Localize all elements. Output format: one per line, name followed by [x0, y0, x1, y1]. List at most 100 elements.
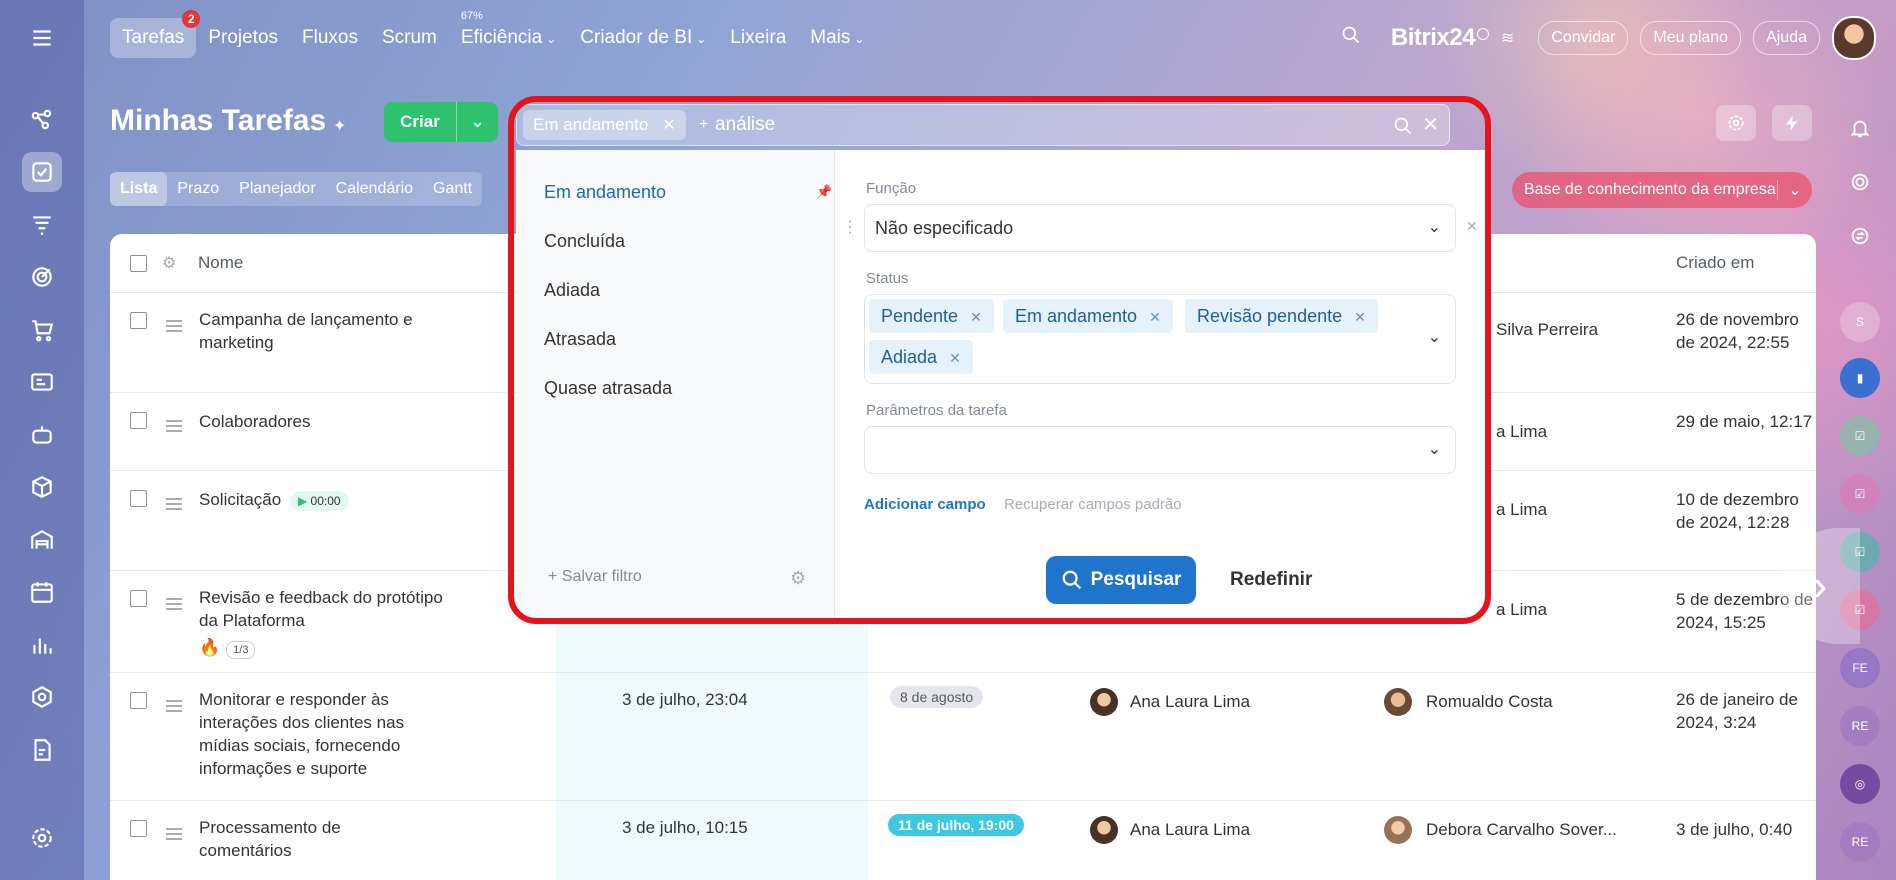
tasks-icon[interactable] — [22, 152, 62, 192]
calendar-icon[interactable] — [22, 572, 62, 612]
cart-icon[interactable] — [22, 310, 62, 350]
task-title[interactable]: Revisão e feedback do protótipo da Plata… — [199, 586, 459, 632]
avatar[interactable]: RE — [1840, 822, 1880, 862]
user-avatar[interactable] — [1832, 16, 1876, 60]
responsible-name[interactable]: a Lima — [1496, 420, 1547, 443]
chevron-down-icon: ⌄ — [696, 32, 707, 46]
select-all-checkbox[interactable] — [130, 255, 147, 272]
help-button[interactable]: Ajuda — [1753, 21, 1820, 55]
gear-icon[interactable] — [1716, 105, 1756, 141]
row-checkbox[interactable] — [130, 312, 147, 329]
view-tab-lista[interactable]: Lista — [110, 172, 168, 206]
view-tab-calendario[interactable]: Calendário — [326, 172, 423, 206]
avatar[interactable] — [1090, 816, 1118, 844]
avatar[interactable]: FE — [1840, 648, 1880, 688]
nav-item-eficiencia[interactable]: 67% Eficiência ⌄ — [449, 10, 568, 58]
creator-name[interactable]: Ana Laura Lima — [1130, 690, 1250, 713]
hexagon-icon[interactable] — [22, 677, 62, 717]
view-tab-planejador[interactable]: Planejador — [229, 172, 326, 206]
drag-handle-icon[interactable] — [166, 420, 182, 435]
drag-handle-icon[interactable] — [166, 598, 182, 613]
pin-icon[interactable]: ✦ — [333, 116, 346, 136]
copilot-icon[interactable]: ◎ — [1840, 764, 1880, 804]
knowledge-base-label: Base de conhecimento da empresa — [1524, 181, 1776, 198]
task-title[interactable]: Colaboradores — [199, 410, 459, 433]
subtask-count[interactable]: 1/3 — [226, 641, 256, 659]
invite-button[interactable]: Convidar — [1538, 21, 1629, 55]
responsible-name[interactable]: a Lima — [1496, 598, 1547, 621]
chevron-down-icon: ⌄ — [546, 32, 557, 46]
drag-handle-icon[interactable] — [166, 320, 182, 335]
row-checkbox[interactable] — [130, 490, 147, 507]
sync-chat-icon[interactable] — [1842, 218, 1878, 254]
row-checkbox[interactable] — [130, 820, 147, 837]
copilot-icon[interactable] — [1842, 164, 1878, 200]
nav-item-scrum[interactable]: Scrum — [370, 18, 449, 58]
avatar[interactable] — [1384, 688, 1412, 716]
nav-item-fluxos[interactable]: Fluxos — [290, 18, 370, 58]
view-tab-gantt[interactable]: Gantt — [423, 172, 482, 206]
task-title[interactable]: Solicitação — [199, 490, 281, 509]
nav-item-mais[interactable]: Mais ⌄ — [798, 18, 876, 58]
avatar[interactable] — [1384, 816, 1412, 844]
table-row[interactable]: Processamento de comentários 3 de julho,… — [110, 800, 1816, 880]
task-title[interactable]: Processamento de comentários — [199, 816, 429, 862]
chevron-down-icon[interactable]: ⌄ — [457, 112, 498, 132]
target-icon[interactable] — [22, 257, 62, 297]
nav-item-criador-bi[interactable]: Criador de BI ⌄ — [568, 18, 718, 58]
contact-card-icon[interactable] — [22, 362, 62, 402]
avatar[interactable]: RE — [1840, 706, 1880, 746]
responsible-name[interactable]: a Lima — [1496, 498, 1547, 521]
analytics-icon[interactable] — [22, 625, 62, 665]
creator-name[interactable]: Ana Laura Lima — [1130, 818, 1250, 841]
timer-value: 00:00 — [310, 493, 341, 508]
deadline-badge[interactable]: 11 de julho, 19:00 — [888, 814, 1024, 836]
task-check-icon[interactable]: ☑ — [1840, 474, 1880, 514]
drag-handle-icon[interactable] — [166, 498, 182, 513]
task-title[interactable]: Monitorar e responder às interações dos … — [199, 688, 429, 780]
bell-icon[interactable] — [1842, 110, 1878, 146]
nav-item-lixeira[interactable]: Lixeira — [718, 18, 798, 58]
row-checkbox[interactable] — [130, 590, 147, 607]
knowledge-base-button[interactable]: Base de conhecimento da empresa ⌄ — [1512, 172, 1812, 208]
drag-handle-icon[interactable] — [166, 828, 182, 843]
task-check-icon[interactable]: ☑ — [1840, 416, 1880, 456]
task-title-cell[interactable]: Solicitação ▶ 00:00 — [199, 488, 349, 511]
row-checkbox[interactable] — [130, 412, 147, 429]
timer-chip[interactable]: ▶ 00:00 — [289, 490, 349, 511]
bot-icon[interactable] — [22, 415, 62, 455]
search-icon[interactable] — [1341, 25, 1361, 51]
sliders-icon[interactable]: ≋ — [1501, 28, 1514, 48]
row-checkbox[interactable] — [130, 692, 147, 709]
gear-icon[interactable]: ⚙ — [162, 253, 176, 273]
responsible-name[interactable]: Debora Carvalho Sover... — [1426, 818, 1617, 841]
brand-logo[interactable]: Bitrix24 — [1391, 24, 1489, 52]
task-title[interactable]: Campanha de lançamento e marketing — [199, 308, 459, 354]
responsible-name[interactable]: Romualdo Costa — [1426, 690, 1553, 713]
lightning-icon[interactable] — [1772, 105, 1812, 141]
create-button[interactable]: Criar ⌄ — [384, 102, 498, 142]
settings-icon[interactable] — [22, 818, 62, 858]
funnel-icon[interactable] — [22, 205, 62, 245]
menu-icon[interactable] — [22, 18, 62, 58]
activity-date: 3 de julho, 23:04 — [622, 690, 748, 709]
my-plan-button[interactable]: Meu plano — [1640, 21, 1742, 55]
deadline-badge[interactable]: 8 de agosto — [890, 686, 984, 708]
flows-icon[interactable] — [22, 100, 62, 140]
drag-handle-icon[interactable] — [166, 700, 182, 715]
warehouse-icon[interactable] — [22, 520, 62, 560]
chevron-down-icon[interactable]: ⌄ — [1777, 180, 1812, 200]
column-header-created[interactable]: Criado em — [1676, 234, 1754, 292]
column-header-name[interactable]: Nome — [198, 234, 243, 292]
bookmark-icon[interactable]: ▮ — [1840, 358, 1880, 398]
nav-item-projetos[interactable]: Projetos — [196, 18, 290, 58]
view-tab-prazo[interactable]: Prazo — [167, 172, 229, 206]
avatar[interactable] — [1090, 688, 1118, 716]
avatar[interactable]: S — [1840, 302, 1880, 342]
responsible-name[interactable]: Silva Perreira — [1496, 318, 1598, 341]
nav-item-tarefas[interactable]: Tarefas 2 — [110, 10, 201, 58]
document-sign-icon[interactable] — [22, 730, 62, 770]
box-icon[interactable] — [22, 467, 62, 507]
nav-label: Projetos — [208, 27, 279, 48]
table-row[interactable]: Monitorar e responder às interações dos … — [110, 672, 1816, 801]
